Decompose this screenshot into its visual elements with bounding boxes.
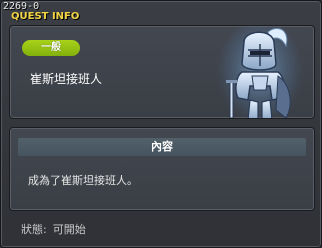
quest-info-window: 2269-0 QUEST INFO 一般 崔斯坦接班人 內容 成為了崔斯坦接班人… bbox=[0, 0, 322, 248]
status-value: 可開始 bbox=[52, 223, 86, 236]
quest-content-panel: 內容 成為了崔斯坦接班人。 bbox=[9, 127, 315, 211]
quest-summary-panel: 一般 崔斯坦接班人 bbox=[9, 25, 315, 119]
close-button[interactable] bbox=[303, 7, 313, 17]
status-label: 狀態: bbox=[21, 223, 47, 236]
quest-status: 狀態: 可開始 bbox=[21, 221, 92, 237]
content-section-header: 內容 bbox=[18, 138, 306, 156]
quest-description: 成為了崔斯坦接班人。 bbox=[28, 174, 138, 187]
quest-name: 崔斯坦接班人 bbox=[30, 72, 103, 86]
quest-category-badge: 一般 bbox=[22, 40, 80, 56]
window-title: QUEST INFO bbox=[11, 11, 80, 22]
armored-knight-icon bbox=[216, 26, 304, 118]
